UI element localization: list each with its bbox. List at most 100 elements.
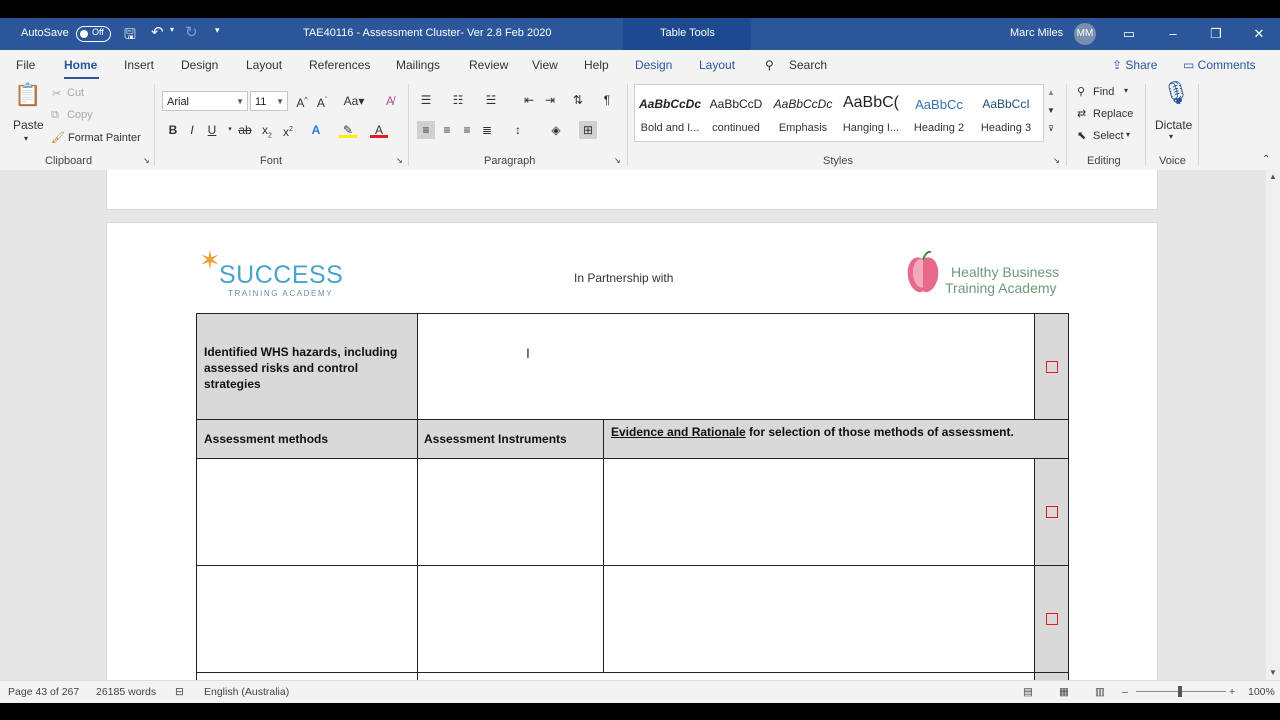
tab-layout[interactable]: Layout (246, 58, 282, 72)
styles-launcher-icon[interactable]: ↘ (1053, 156, 1060, 165)
style-hanging-indent[interactable]: AaBbC( Hanging I... (837, 85, 905, 141)
checkbox-icon[interactable] (1046, 613, 1058, 625)
table-cell-hazards-label[interactable]: Identified WHS hazards, including assess… (196, 313, 418, 420)
table-cell-instruments-3[interactable] (417, 672, 1035, 680)
style-heading-2[interactable]: AaBbCc Heading 2 (905, 85, 973, 141)
search-input[interactable]: Search (789, 58, 827, 72)
read-mode-icon[interactable]: ▤ (1023, 686, 1033, 698)
find-dropdown-icon[interactable]: ▾ (1124, 86, 1128, 95)
change-case-icon[interactable]: Aa▾ (341, 92, 367, 110)
scroll-down-icon[interactable]: ▼ (1269, 668, 1277, 677)
numbering-icon[interactable]: ☷ (449, 91, 467, 109)
table-cell-hazards-input[interactable]: I (417, 313, 1035, 420)
styles-scroll-up-icon[interactable]: ▲ (1042, 84, 1060, 102)
borders-icon[interactable]: ⊞ (579, 121, 597, 139)
table-cell-instruments-1[interactable] (417, 458, 604, 566)
paste-icon[interactable]: 📋 (14, 84, 42, 116)
zoom-level[interactable]: 100% (1248, 686, 1275, 698)
align-left-icon[interactable]: ≡ (417, 121, 435, 139)
checkbox-icon[interactable] (1046, 506, 1058, 518)
table-cell-evidence-2[interactable] (603, 565, 1035, 673)
vertical-scrollbar[interactable]: ▲ ▼ (1266, 170, 1280, 680)
customize-toolbar-icon[interactable]: ▾ (215, 25, 220, 36)
minimize-icon[interactable]: – (1163, 24, 1183, 44)
font-size-combo[interactable]: 11 ▼ (250, 91, 288, 111)
dictate-dropdown-icon[interactable]: ▾ (1169, 132, 1173, 141)
clipboard-launcher-icon[interactable]: ↘ (143, 156, 150, 165)
proofing-icon[interactable]: ⊟ (175, 686, 184, 698)
dictate-button[interactable]: Dictate (1155, 118, 1192, 132)
line-spacing-icon[interactable]: ↕ (509, 121, 527, 139)
zoom-out-icon[interactable]: – (1122, 686, 1128, 698)
highlight-color-icon[interactable]: ✎ (339, 121, 357, 138)
shading-icon[interactable]: ◈ (547, 121, 565, 139)
paragraph-launcher-icon[interactable]: ↘ (614, 156, 621, 165)
document-page[interactable]: ✶ SUCCESS TRAINING ACADEMY In Partnershi… (106, 222, 1158, 680)
table-cell-methods-1[interactable] (196, 458, 418, 566)
word-count[interactable]: 26185 words (96, 686, 156, 698)
style-bold-and-italic[interactable]: AaBbCcDc Bold and I... (637, 85, 703, 141)
user-name[interactable]: Marc Miles (1010, 27, 1063, 39)
tab-mailings[interactable]: Mailings (396, 58, 440, 72)
paste-button[interactable]: Paste (13, 118, 44, 132)
underline-icon[interactable]: U (203, 121, 221, 139)
paste-dropdown-icon[interactable]: ▾ (24, 134, 28, 143)
italic-icon[interactable]: I (183, 121, 201, 139)
strikethrough-icon[interactable]: ab (236, 121, 254, 139)
ribbon-display-options-icon[interactable]: ▭ (1119, 24, 1139, 44)
autosave-toggle[interactable]: Off (76, 26, 111, 42)
tab-references[interactable]: References (309, 58, 370, 72)
restore-icon[interactable]: ❐ (1206, 24, 1226, 44)
language-status[interactable]: English (Australia) (204, 686, 289, 698)
format-painter-icon[interactable]: 🖌 (51, 131, 65, 144)
font-color-icon[interactable]: A (370, 121, 388, 138)
style-heading-3[interactable]: AaBbCcI Heading 3 (973, 85, 1039, 141)
scroll-up-icon[interactable]: ▲ (1269, 172, 1277, 181)
tab-help[interactable]: Help (584, 58, 609, 72)
collapse-ribbon-icon[interactable]: ⌃ (1262, 154, 1270, 165)
comments-button[interactable]: ▭ Comments (1183, 54, 1256, 76)
find-button[interactable]: Find (1093, 86, 1114, 98)
superscript-icon[interactable]: x2 (279, 121, 297, 139)
clear-formatting-icon[interactable]: A̸ (381, 92, 399, 110)
table-cell-methods-3[interactable] (196, 672, 418, 680)
tab-home[interactable]: Home (64, 58, 97, 72)
font-name-combo[interactable]: Arial ▼ (162, 91, 248, 111)
sort-icon[interactable]: ⇅ (569, 91, 587, 109)
text-effects-icon[interactable]: A (307, 121, 325, 139)
microphone-icon[interactable]: 🎙 (1162, 82, 1190, 114)
bullets-icon[interactable]: ☰ (417, 91, 435, 109)
align-right-icon[interactable]: ≡ (458, 121, 476, 139)
font-launcher-icon[interactable]: ↘ (396, 156, 403, 165)
table-cell-methods-2[interactable] (196, 565, 418, 673)
save-icon[interactable]: 🖫 (124, 24, 136, 48)
tab-design[interactable]: Design (181, 58, 218, 72)
select-dropdown-icon[interactable]: ▾ (1126, 130, 1130, 139)
grow-font-icon[interactable]: A^ (293, 92, 311, 110)
subscript-icon[interactable]: x2 (258, 121, 276, 139)
select-button[interactable]: Select (1093, 130, 1124, 142)
decrease-indent-icon[interactable]: ⇤ (520, 91, 538, 109)
show-formatting-icon[interactable]: ¶ (598, 91, 616, 109)
web-layout-icon[interactable]: ▥ (1095, 686, 1105, 698)
styles-more-icon[interactable]: ⊽ (1042, 120, 1060, 138)
shrink-font-icon[interactable]: Aˇ (313, 92, 331, 110)
undo-icon[interactable]: ↶ (151, 23, 164, 41)
styles-scroll-down-icon[interactable]: ▼ (1042, 102, 1060, 120)
tab-table-design[interactable]: Design (635, 58, 672, 72)
bold-icon[interactable]: B (164, 121, 182, 139)
undo-dropdown-icon[interactable]: ▾ (170, 25, 174, 34)
align-center-icon[interactable]: ≡ (438, 121, 456, 139)
multilevel-list-icon[interactable]: ☱ (482, 91, 500, 109)
tab-file[interactable]: File (16, 58, 35, 72)
style-emphasis[interactable]: AaBbCcDc Emphasis (769, 85, 837, 141)
tab-insert[interactable]: Insert (124, 58, 154, 72)
increase-indent-icon[interactable]: ⇥ (541, 91, 559, 109)
replace-button[interactable]: Replace (1093, 108, 1133, 120)
zoom-in-icon[interactable]: + (1229, 686, 1235, 698)
tab-table-layout[interactable]: Layout (699, 58, 735, 72)
share-button[interactable]: ⇪ Share (1112, 54, 1157, 76)
checkbox-icon[interactable] (1046, 361, 1058, 373)
tab-review[interactable]: Review (469, 58, 508, 72)
table-cell-evidence-1[interactable] (603, 458, 1035, 566)
